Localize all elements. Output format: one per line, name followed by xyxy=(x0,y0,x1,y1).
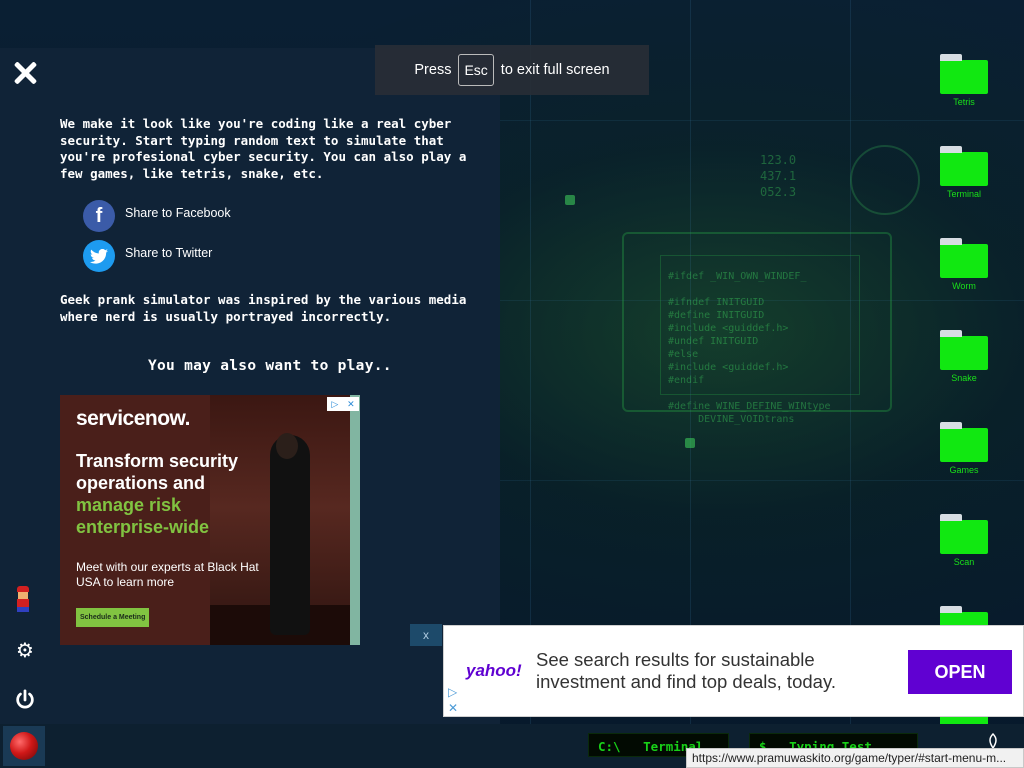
desktop-icon-label: Worm xyxy=(952,281,976,291)
folder-icon xyxy=(940,514,988,554)
share-facebook-label: Share to Facebook xyxy=(125,206,231,220)
mario-icon[interactable] xyxy=(15,586,31,612)
status-url-bar: https://www.pramuwaskito.org/game/typer/… xyxy=(686,748,1024,768)
grid-line xyxy=(500,480,1024,481)
share-facebook-link[interactable]: f Share to Facebook xyxy=(83,200,231,232)
inspired-text: Geek prank simulator was inspired by the… xyxy=(60,292,467,324)
grid-line xyxy=(500,120,1024,121)
servicenow-logo: servicenow. xyxy=(76,407,190,430)
folder-icon xyxy=(940,238,988,278)
close-panel-button[interactable] xyxy=(12,60,38,86)
fullscreen-exit-tooltip: Press Esc to exit full screen xyxy=(375,45,649,95)
adchoices-play-icon: ▷ xyxy=(331,398,339,409)
share-twitter-label: Share to Twitter xyxy=(125,246,213,260)
schedule-meeting-button[interactable]: Schedule a Meeting xyxy=(76,608,150,627)
yahoo-logo: yahoo! xyxy=(466,661,522,680)
start-logo-icon xyxy=(10,732,38,760)
facebook-icon: f xyxy=(83,200,115,232)
intro-text: We make it look like you're coding like … xyxy=(60,116,467,181)
desktop-icon-worm[interactable]: Worm xyxy=(936,238,992,291)
ad-subtext: Meet with our experts at Black Hat USA t… xyxy=(76,560,259,589)
mario-face xyxy=(18,592,28,599)
folder-icon xyxy=(940,54,988,94)
folder-icon xyxy=(940,422,988,462)
radar-ring xyxy=(850,145,920,215)
ad-side-bar xyxy=(350,395,360,645)
power-icon[interactable] xyxy=(12,687,38,713)
also-play-heading: You may also want to play.. xyxy=(148,358,392,374)
glow-dot xyxy=(685,438,695,448)
desktop-icon-label: Games xyxy=(949,465,979,475)
share-twitter-link[interactable]: Share to Twitter xyxy=(83,240,212,272)
ad-headline: Transform security operations and manage… xyxy=(76,450,276,538)
desktop-icon-games[interactable]: Games xyxy=(936,422,992,475)
twitter-icon xyxy=(83,240,115,272)
folder-icon xyxy=(940,330,988,370)
adchoices-close-icon: ✕ xyxy=(347,398,355,409)
banner-open-button[interactable]: OPEN xyxy=(908,650,1012,694)
banner-close-button[interactable]: x xyxy=(410,624,442,646)
ad-headline-line1: Transform security operations and xyxy=(76,451,239,493)
banner-adchoices-icon[interactable]: ▷ ✕ xyxy=(448,684,458,716)
mario-legs xyxy=(17,607,29,612)
desktop-icon-label: Snake xyxy=(951,373,977,383)
background-numbers: 123.0 437.1 052.3 xyxy=(760,153,797,199)
desktop-icon-label: Tetris xyxy=(953,97,975,107)
banner-text: See search results for sustainable inves… xyxy=(536,649,836,692)
desktop-icon-label: Scan xyxy=(953,557,975,567)
folder-icon xyxy=(940,146,988,186)
ad-photo-person xyxy=(270,435,310,635)
desktop-icon-tetris[interactable]: Tetris xyxy=(936,54,992,107)
yahoo-banner-ad[interactable]: yahoo! See search results for sustainabl… xyxy=(443,625,1024,717)
desktop-icon-terminal[interactable]: Terminal xyxy=(936,146,992,199)
adchoices-icon[interactable]: ▷ ✕ xyxy=(327,397,359,411)
servicenow-ad[interactable]: servicenow. Transform security operation… xyxy=(60,395,360,645)
ad-headline-line2: manage risk enterprise-wide xyxy=(76,495,210,537)
esc-key: Esc xyxy=(458,54,494,86)
desktop-icon-scan[interactable]: Scan xyxy=(936,514,992,567)
glow-dot xyxy=(565,195,575,205)
desktop-icon-snake[interactable]: Snake xyxy=(936,330,992,383)
ad-photo-head xyxy=(276,433,298,459)
tooltip-press: Press xyxy=(414,62,452,78)
background-code: #ifdef _WIN_OWN_WINDEF_ #ifndef INITGUID… xyxy=(668,271,831,425)
start-button[interactable] xyxy=(3,726,45,766)
tooltip-suffix: to exit full screen xyxy=(500,62,610,78)
settings-gear-icon[interactable]: ⚙ xyxy=(12,637,38,663)
desktop-icon-label: Terminal xyxy=(946,189,981,199)
